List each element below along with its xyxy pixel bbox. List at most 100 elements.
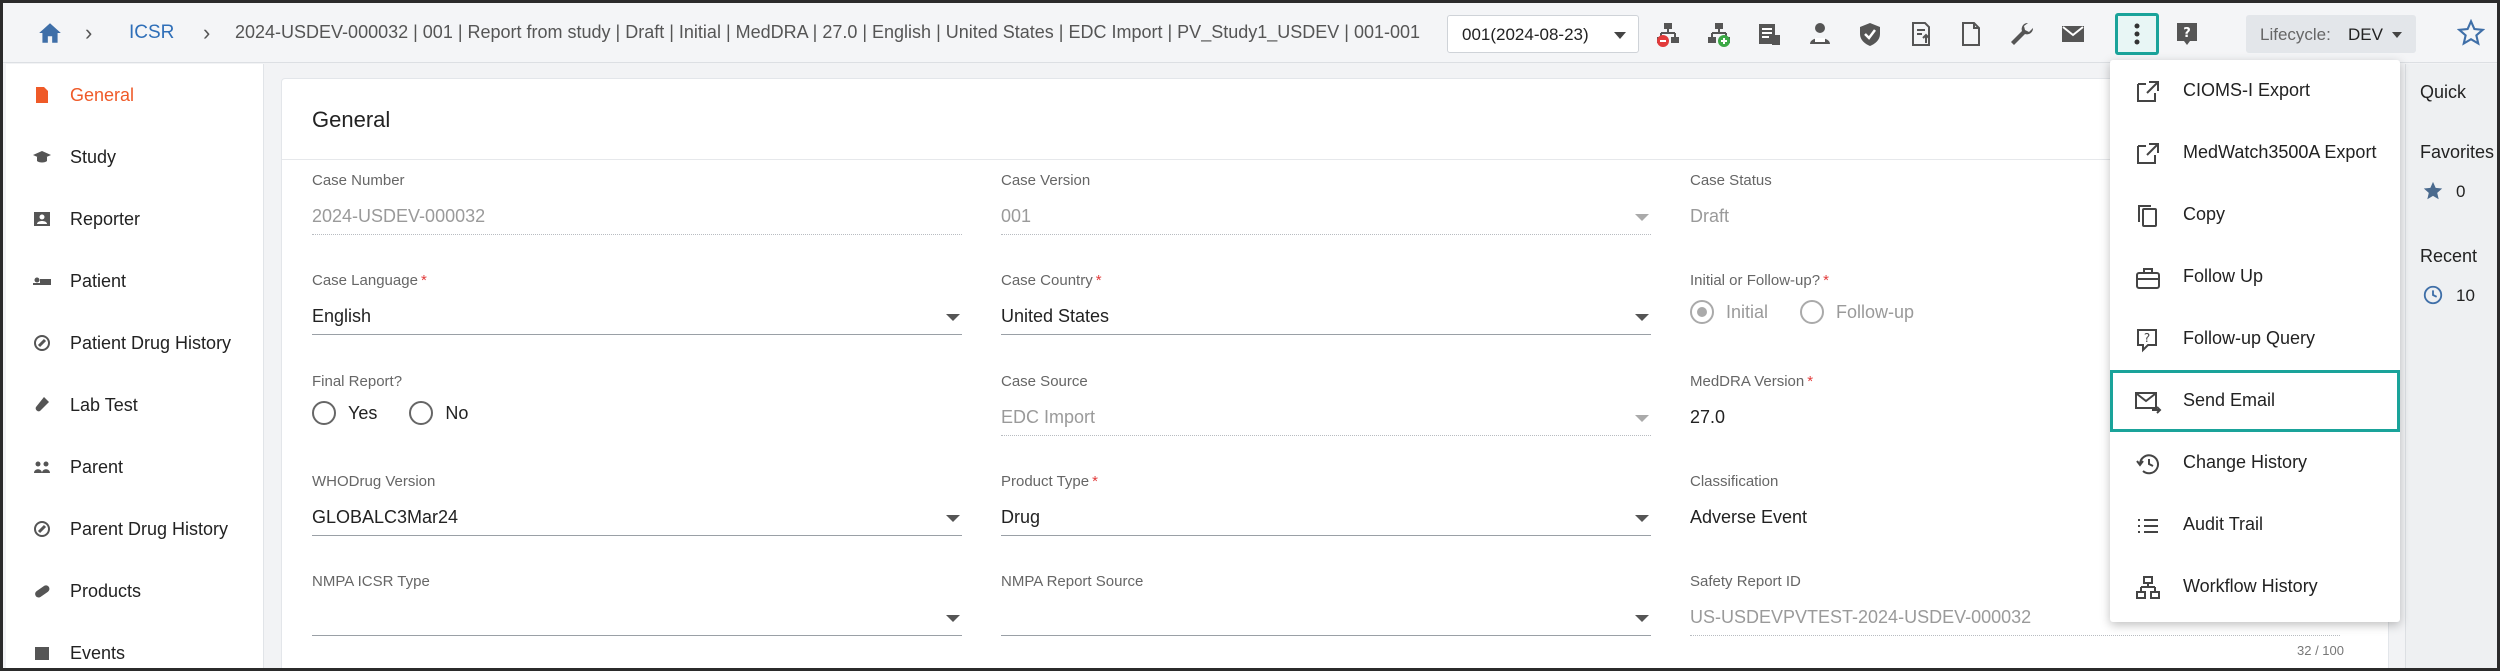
breadcrumb-icsr-link[interactable]: ICSR (129, 22, 174, 44)
meddra-version-value: 27.0 (1690, 407, 1726, 427)
whodrug-version-value: GLOBALC3Mar24 (312, 507, 459, 527)
pill-history-icon (34, 521, 50, 537)
home-icon[interactable] (37, 21, 63, 45)
more-vert-icon (2134, 23, 2140, 45)
case-version-select[interactable]: 001(2024-08-23) (1447, 15, 1639, 53)
favorites-label[interactable]: Favorites (2420, 142, 2494, 163)
final-report-no-radio[interactable] (409, 401, 434, 425)
case-language-select[interactable]: Case Language * English (312, 272, 962, 335)
tools-button[interactable] (2003, 15, 2041, 53)
capsule-icon (35, 585, 50, 598)
report-list-button[interactable] (1750, 15, 1788, 53)
field-underline (1001, 635, 1651, 636)
field-label: NMPA ICSR Type (312, 573, 430, 590)
menu-item-follow-up[interactable]: Follow Up (2110, 246, 2400, 308)
menu-item-change-history[interactable]: Change History (2110, 432, 2400, 494)
chevron-down-icon (1635, 415, 1649, 422)
case-country-select[interactable]: Case Country * United States (1001, 272, 1651, 335)
nav-item-label: Lab Test (70, 394, 138, 415)
nav-item-label: General (70, 84, 135, 105)
initial-radio-label: Initial (1726, 301, 1769, 322)
lifecycle-value: DEV (2348, 25, 2383, 44)
chevron-right-icon: › (85, 20, 93, 45)
no-radio-label: No (445, 402, 469, 423)
workflow-remove-button[interactable] (1649, 15, 1687, 53)
recent-count: 10 (2456, 286, 2475, 305)
event-icon (35, 647, 49, 660)
case-version-select-value: 001(2024-08-23) (1462, 25, 1589, 44)
shield-check-icon (1860, 23, 1880, 46)
document-upload-button[interactable] (1902, 15, 1940, 53)
field-underline (1690, 635, 2340, 636)
whodrug-version-select[interactable]: WHODrug Version GLOBALC3Mar24 (312, 473, 962, 536)
final-report-yes-radio[interactable] (312, 401, 336, 425)
favorite-star-icon[interactable] (2457, 19, 2485, 47)
nav-item-label: Study (70, 146, 117, 167)
nav-item-events[interactable]: Events (6, 622, 264, 668)
field-label: Case Language * (312, 272, 427, 289)
menu-item-workflow-history[interactable]: Workflow History (2110, 556, 2400, 618)
menu-item-send-email[interactable]: Send Email (2110, 370, 2400, 432)
user-assign-button[interactable] (1801, 15, 1839, 53)
security-shield-button[interactable] (1851, 15, 1889, 53)
copy-icon (2138, 205, 2157, 227)
mail-send-icon (2135, 392, 2162, 414)
nav-item-patient-drug-history[interactable]: Patient Drug History (6, 312, 264, 374)
wrench-icon (2011, 22, 2034, 45)
case-number-field: Case Number 2024-USDEV-000032 (312, 172, 962, 235)
nav-item-label: Patient (70, 270, 127, 291)
classification-value: Adverse Event (1690, 507, 1808, 527)
nav-item-patient[interactable]: Patient (6, 250, 264, 312)
menu-item-cioms-export[interactable]: CIOMS-I Export (2110, 60, 2400, 122)
nav-item-reporter[interactable]: Reporter (6, 188, 264, 250)
section-title: General (312, 107, 391, 132)
nav-item-study[interactable]: Study (6, 126, 264, 188)
chevron-right-icon: › (203, 20, 211, 45)
initial-followup-radio-group: Initial Follow-up (1690, 300, 1946, 324)
chevron-down-icon (1635, 615, 1649, 622)
document-icon (1962, 22, 1980, 46)
nav-item-general[interactable]: General (6, 64, 264, 126)
help-button[interactable]: ? (2168, 15, 2206, 53)
case-country-value: United States (1001, 306, 1110, 326)
workflow-add-button[interactable] (1700, 15, 1738, 53)
nav-item-label: Parent (70, 456, 124, 477)
character-counter: 32 / 100 (2297, 643, 2344, 658)
nmpa-report-source-select[interactable]: NMPA Report Source (1001, 573, 1651, 636)
question-box-icon: ? (2137, 329, 2157, 353)
chevron-down-icon (946, 615, 960, 622)
recent-label[interactable]: Recent (2420, 246, 2477, 267)
nav-item-products[interactable]: Products (6, 560, 264, 622)
list-icon (2138, 519, 2158, 533)
menu-item-follow-up-query[interactable]: ? Follow-up Query (2110, 308, 2400, 370)
breadcrumb-case-path: 2024-USDEV-000032 | 001 | Report from st… (235, 22, 1421, 42)
field-label: Case Country * (1001, 272, 1102, 289)
nav-item-label: Parent Drug History (70, 518, 229, 539)
field-label: NMPA Report Source (1001, 573, 1144, 590)
field-underline (1001, 334, 1651, 335)
menu-item-audit-trail[interactable]: Audit Trail (2110, 494, 2400, 556)
more-actions-button[interactable] (2115, 13, 2159, 55)
field-label: Case Number (312, 172, 405, 189)
product-type-select[interactable]: Product Type * Drug (1001, 473, 1651, 536)
field-label: WHODrug Version (312, 473, 436, 490)
lifecycle-select[interactable]: Lifecycle: DEV (2246, 15, 2416, 53)
final-report-radio-group: Yes No (312, 401, 500, 425)
followup-radio[interactable] (1800, 300, 1825, 324)
menu-item-medwatch-export[interactable]: MedWatch3500A Export (2110, 122, 2400, 184)
graduation-cap-icon (33, 151, 51, 163)
menu-item-copy[interactable]: Copy (2110, 184, 2400, 246)
new-document-button[interactable] (1952, 15, 1990, 53)
field-label: Final Report? (312, 373, 403, 390)
menu-item-label: Send Email (2183, 390, 2276, 410)
initial-radio[interactable] (1690, 300, 1714, 324)
nav-item-parent[interactable]: Parent (6, 436, 264, 498)
nav-item-lab-test[interactable]: Lab Test (6, 374, 264, 436)
nav-item-parent-drug-history[interactable]: Parent Drug History (6, 498, 264, 560)
safety-report-id-value: US-USDEVPVTEST-2024-USDEV-000032 (1690, 607, 2032, 627)
field-underline (312, 334, 962, 335)
nav-item-label: Products (70, 580, 142, 601)
nmpa-icsr-type-select[interactable]: NMPA ICSR Type (312, 573, 962, 636)
email-button[interactable] (2054, 15, 2092, 53)
case-source-value: EDC Import (1001, 407, 1096, 427)
